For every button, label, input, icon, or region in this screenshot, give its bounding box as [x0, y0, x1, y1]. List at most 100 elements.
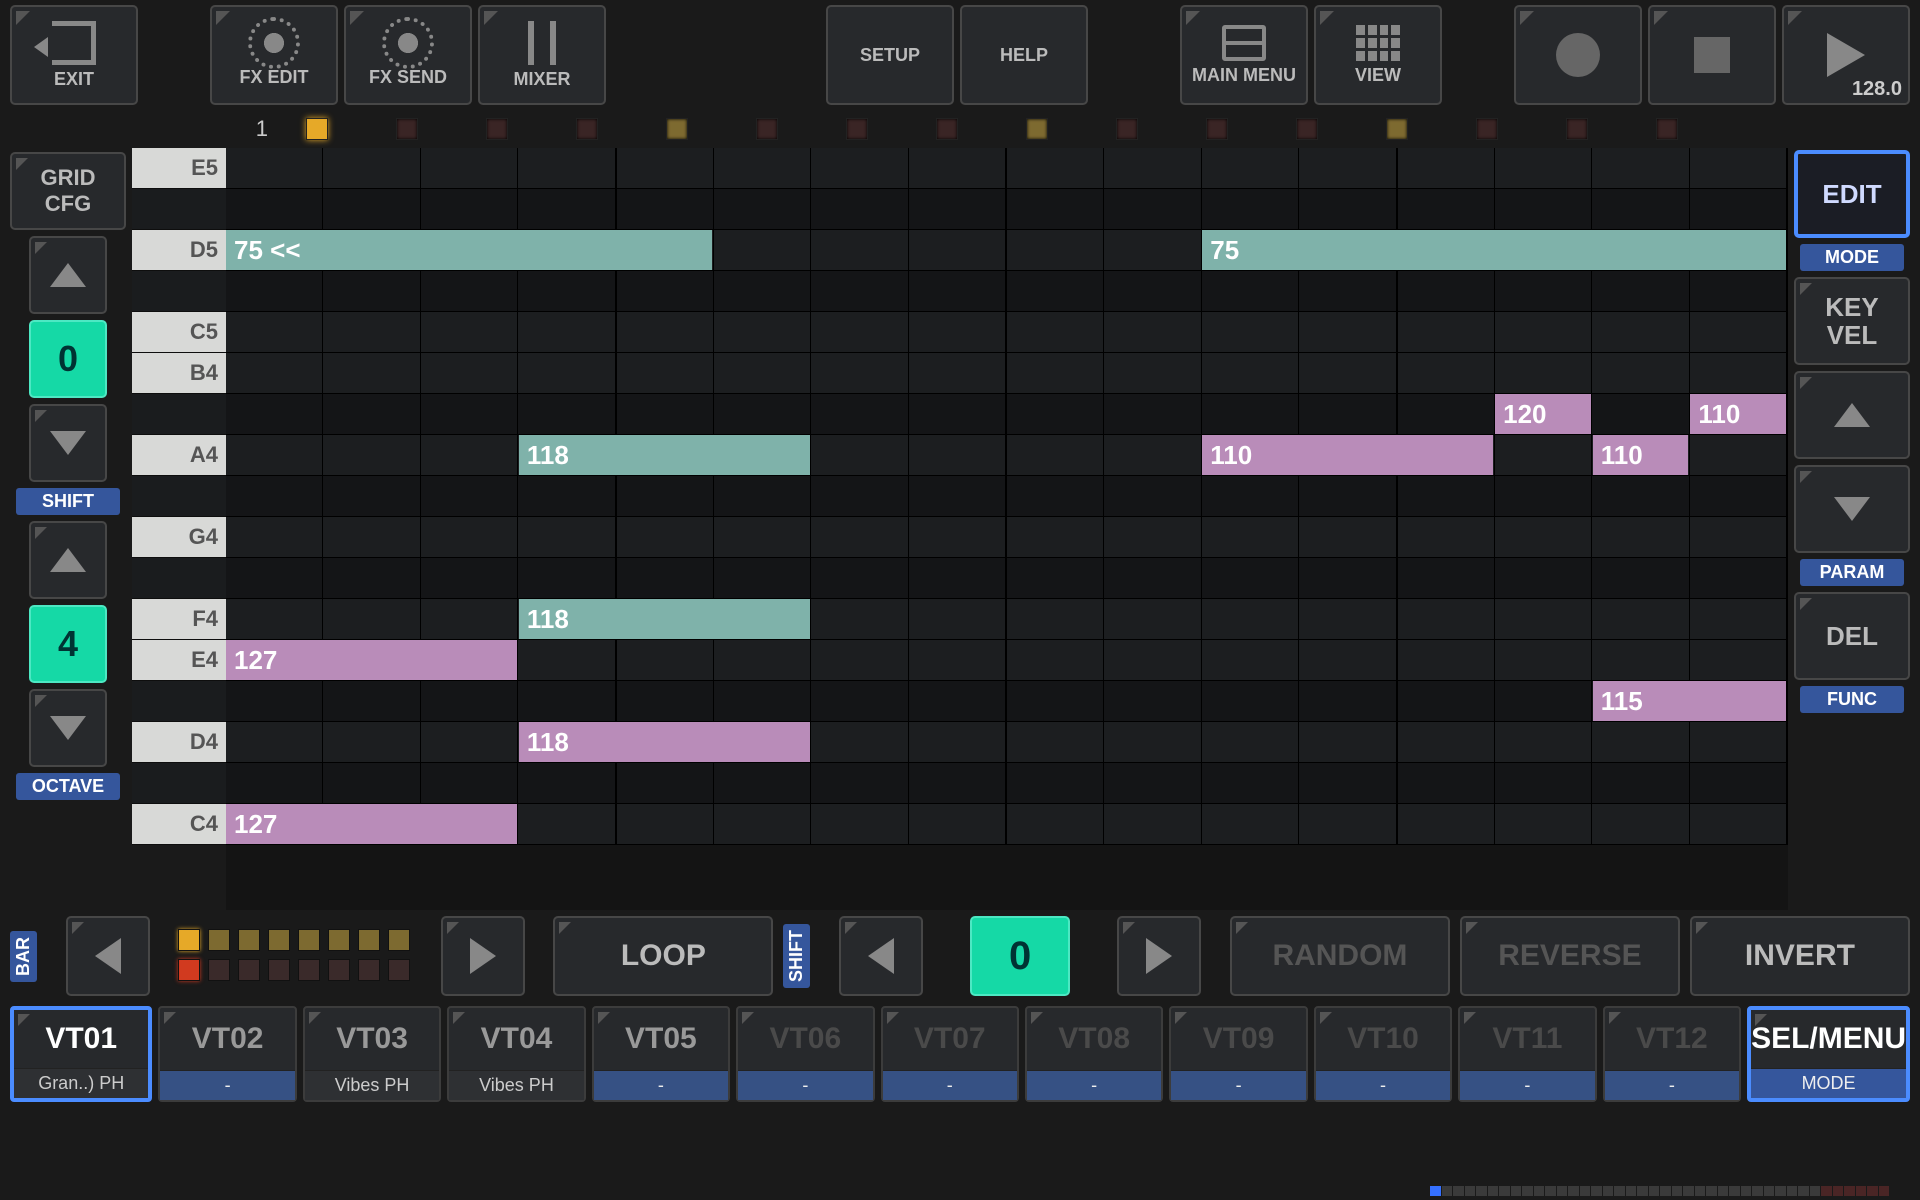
delete-button[interactable]: DEL [1794, 592, 1910, 680]
note[interactable]: 127 [226, 640, 517, 680]
step-led[interactable] [1116, 118, 1138, 140]
note[interactable]: 115 [1593, 681, 1786, 721]
fx-edit-button[interactable]: FX EDIT [210, 5, 338, 105]
bar-led[interactable] [388, 959, 410, 981]
step-led[interactable] [756, 118, 778, 140]
bar-led[interactable] [358, 959, 380, 981]
step-led[interactable] [666, 118, 688, 140]
bar-led[interactable] [298, 929, 320, 951]
track-tab[interactable]: VT07- [881, 1006, 1019, 1102]
step-led[interactable] [1476, 118, 1498, 140]
mixer-button[interactable]: MIXER [478, 5, 606, 105]
piano-key[interactable] [132, 558, 226, 599]
track-tab[interactable]: VT09- [1169, 1006, 1307, 1102]
param-up-button[interactable] [1794, 371, 1910, 459]
piano-key[interactable] [132, 763, 226, 804]
step-led[interactable] [306, 118, 328, 140]
bar-next-button[interactable] [441, 916, 525, 996]
bar-led[interactable] [208, 929, 230, 951]
step-led[interactable] [1026, 118, 1048, 140]
track-tab[interactable]: VT01Gran..) PH [10, 1006, 152, 1102]
piano-key[interactable]: A4 [132, 435, 226, 476]
shift-left-button[interactable] [839, 916, 923, 996]
step-led[interactable] [1296, 118, 1318, 140]
track-tab[interactable]: VT12- [1603, 1006, 1741, 1102]
bar-led[interactable] [178, 929, 200, 951]
piano-key[interactable]: E5 [132, 148, 226, 189]
view-button[interactable]: VIEW [1314, 5, 1442, 105]
step-led[interactable] [1656, 118, 1678, 140]
help-button[interactable]: HELP [960, 5, 1088, 105]
edit-mode-button[interactable]: EDIT [1794, 150, 1910, 238]
piano-key[interactable]: E4 [132, 640, 226, 681]
track-tab[interactable]: VT11- [1458, 1006, 1596, 1102]
piano-key[interactable]: F4 [132, 599, 226, 640]
grid-cfg-button[interactable]: GRID CFG [10, 152, 126, 230]
octave-up-button[interactable] [29, 521, 107, 599]
octave-value[interactable]: 4 [29, 605, 107, 683]
track-tab[interactable]: VT06- [736, 1006, 874, 1102]
track-tab[interactable]: VT04Vibes PH [447, 1006, 585, 1102]
piano-key[interactable]: C4 [132, 804, 226, 845]
bar-led[interactable] [388, 929, 410, 951]
bar-leds[interactable] [178, 929, 412, 983]
piano-key[interactable]: G4 [132, 517, 226, 558]
song-position-strip[interactable] [1430, 1186, 1890, 1200]
play-button[interactable]: 128.0 [1782, 5, 1910, 105]
shift-down-button[interactable] [29, 404, 107, 482]
piano-key[interactable] [132, 189, 226, 230]
piano-key[interactable]: C5 [132, 312, 226, 353]
step-led[interactable] [486, 118, 508, 140]
bar-led[interactable] [268, 959, 290, 981]
bar-prev-button[interactable] [66, 916, 150, 996]
note[interactable]: 110 [1202, 435, 1493, 475]
note-grid[interactable]: 75 <<75118110110120110118127115118127 [226, 148, 1788, 910]
step-led[interactable] [1386, 118, 1408, 140]
key-vel-button[interactable]: KEY VEL [1794, 277, 1910, 365]
step-led[interactable] [576, 118, 598, 140]
step-led[interactable] [396, 118, 418, 140]
sel-menu-button[interactable]: SEL/MENUMODE [1747, 1006, 1910, 1102]
record-button[interactable] [1514, 5, 1642, 105]
random-button[interactable]: RANDOM [1230, 916, 1450, 996]
bar-led[interactable] [238, 959, 260, 981]
piano-key[interactable] [132, 681, 226, 722]
reverse-button[interactable]: REVERSE [1460, 916, 1680, 996]
bar-led[interactable] [328, 929, 350, 951]
step-led[interactable] [936, 118, 958, 140]
piano-key[interactable] [132, 394, 226, 435]
step-led[interactable] [1566, 118, 1588, 140]
track-tab[interactable]: VT03Vibes PH [303, 1006, 441, 1102]
track-tab[interactable]: VT08- [1025, 1006, 1163, 1102]
bar-led[interactable] [238, 929, 260, 951]
piano-key[interactable]: D4 [132, 722, 226, 763]
invert-button[interactable]: INVERT [1690, 916, 1910, 996]
step-led[interactable] [846, 118, 868, 140]
bar-led[interactable] [268, 929, 290, 951]
bar-led[interactable] [208, 959, 230, 981]
track-tab[interactable]: VT02- [158, 1006, 296, 1102]
stop-button[interactable] [1648, 5, 1776, 105]
shift-up-button[interactable] [29, 236, 107, 314]
shift-value[interactable]: 0 [29, 320, 107, 398]
note[interactable]: 110 [1593, 435, 1689, 475]
shift-right-button[interactable] [1117, 916, 1201, 996]
bar-led[interactable] [178, 959, 200, 981]
bar-led[interactable] [358, 929, 380, 951]
note[interactable]: 75 [1202, 230, 1786, 270]
note[interactable]: 127 [226, 804, 517, 844]
setup-button[interactable]: SETUP [826, 5, 954, 105]
step-led[interactable] [1206, 118, 1228, 140]
bottom-shift-value[interactable]: 0 [970, 916, 1070, 996]
exit-button[interactable]: EXIT [10, 5, 138, 105]
note[interactable]: 118 [519, 435, 810, 475]
note[interactable]: 120 [1495, 394, 1591, 434]
note[interactable]: 118 [519, 599, 810, 639]
bar-led[interactable] [328, 959, 350, 981]
track-tab[interactable]: VT05- [592, 1006, 730, 1102]
piano-key[interactable]: D5 [132, 230, 226, 271]
note[interactable]: 110 [1690, 394, 1786, 434]
track-tab[interactable]: VT10- [1314, 1006, 1452, 1102]
note[interactable]: 75 << [226, 230, 712, 270]
loop-button[interactable]: LOOP [553, 916, 773, 996]
